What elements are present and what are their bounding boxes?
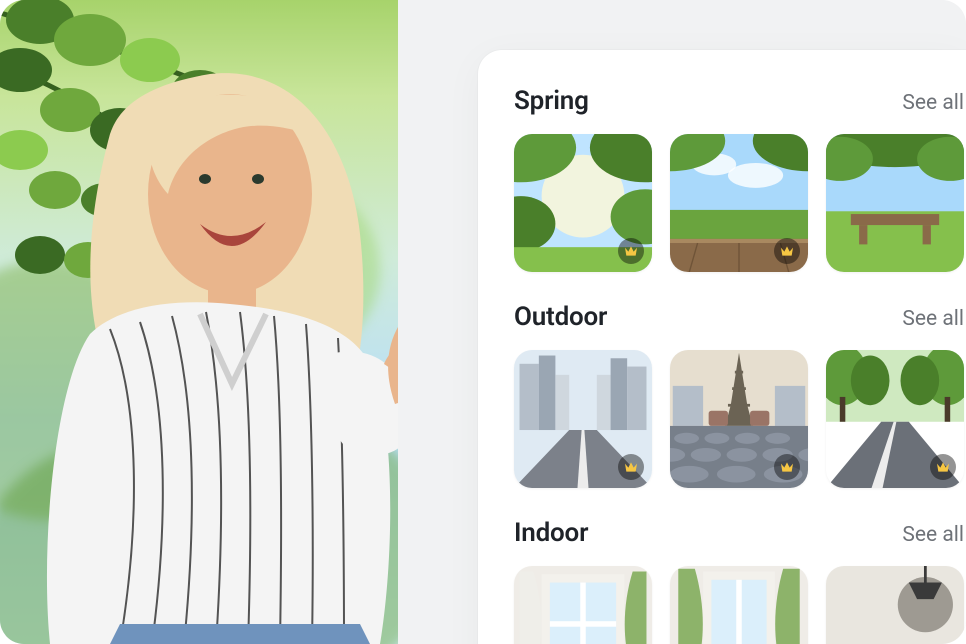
thumb-row bbox=[514, 566, 966, 644]
catalog-panel: Spring See all bbox=[398, 0, 966, 644]
thumb-row bbox=[514, 134, 966, 272]
premium-icon bbox=[774, 454, 800, 480]
bg-thumb-spring-bench-under-tree[interactable] bbox=[826, 134, 964, 272]
section-indoor: Indoor See all bbox=[514, 518, 966, 644]
bg-thumb-window-green-curtains-2[interactable] bbox=[670, 566, 808, 644]
app-root: Spring See all bbox=[0, 0, 966, 644]
subject-person bbox=[0, 24, 398, 644]
section-header: Indoor See all bbox=[514, 518, 966, 548]
bg-thumb-city-street-skyscrapers[interactable] bbox=[514, 350, 652, 488]
see-all-button[interactable]: See all bbox=[902, 523, 964, 547]
catalog-card: Spring See all bbox=[478, 50, 966, 644]
section-title: Indoor bbox=[514, 518, 588, 548]
bg-thumb-minimal-room-lamp[interactable] bbox=[826, 566, 964, 644]
section-outdoor: Outdoor See all bbox=[514, 302, 966, 488]
premium-icon bbox=[618, 454, 644, 480]
premium-icon bbox=[618, 238, 644, 264]
bg-thumb-tree-lined-road[interactable] bbox=[826, 350, 964, 488]
see-all-button[interactable]: See all bbox=[902, 91, 964, 115]
thumbnail-art bbox=[514, 566, 652, 644]
thumb-row bbox=[514, 350, 966, 488]
bg-thumb-spring-backlit-leaves[interactable] bbox=[514, 134, 652, 272]
see-all-button[interactable]: See all bbox=[902, 307, 964, 331]
thumbnail-art bbox=[670, 566, 808, 644]
background-preview bbox=[0, 0, 398, 644]
section-title: Outdoor bbox=[514, 302, 607, 332]
bg-thumb-spring-wooden-deck-meadow[interactable] bbox=[670, 134, 808, 272]
thumbnail-art bbox=[826, 566, 964, 644]
premium-icon bbox=[930, 454, 956, 480]
thumbnail-art bbox=[826, 134, 964, 272]
premium-icon bbox=[774, 238, 800, 264]
section-header: Spring See all bbox=[514, 86, 966, 116]
section-header: Outdoor See all bbox=[514, 302, 966, 332]
bg-thumb-window-green-curtains-1[interactable] bbox=[514, 566, 652, 644]
bg-thumb-paris-cobblestone-eiffel[interactable] bbox=[670, 350, 808, 488]
section-title: Spring bbox=[514, 86, 589, 116]
section-spring: Spring See all bbox=[514, 86, 966, 272]
